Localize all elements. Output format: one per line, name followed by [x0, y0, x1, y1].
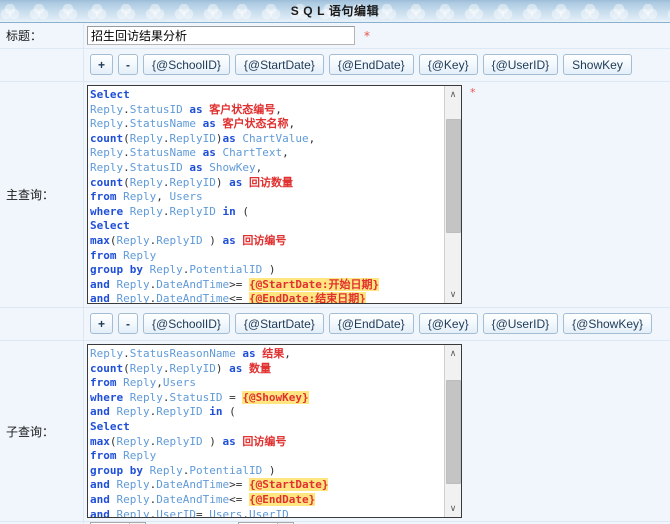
main-query-label: 主查询：: [6, 188, 55, 202]
insert-enddate-button[interactable]: {@EndDate}: [328, 54, 414, 75]
title-row: 标题： *: [0, 23, 670, 49]
main-query-required-asterisk: *: [470, 86, 476, 99]
main-query-row: 主查询： Select Reply.StatusID as 客户状态编号, Repl…: [0, 82, 670, 308]
code-line: from Reply,Users: [90, 376, 196, 390]
title-label: 标题：: [6, 29, 43, 43]
code-line: Reply.StatusName as ChartText,: [90, 146, 289, 160]
sub-toolbar-cell: + - {@SchoolID} {@StartDate} {@EndDate} {@Key…: [84, 308, 670, 340]
code-line: Reply.StatusName as 客户状态名称,: [90, 117, 296, 131]
code-line: and Reply.DateAndTime<= {@EndDate:结束日期}: [90, 292, 444, 303]
code-line: and Reply.DateAndTime>= {@StartDate}: [90, 478, 329, 492]
sub-toolbar-row: + - {@SchoolID} {@StartDate} {@EndDate} {@Key…: [0, 308, 670, 341]
insert-schoolid-button[interactable]: {@SchoolID}: [143, 313, 230, 334]
add-parameter-button[interactable]: +: [90, 313, 114, 334]
code-line: count(Reply.ReplyID)as ChartValue,: [90, 131, 316, 145]
main-query-editor[interactable]: Select Reply.StatusID as 客户状态编号, Reply.Sta…: [87, 85, 462, 304]
insert-key-button[interactable]: {@Key}: [418, 313, 478, 334]
insert-startdate-button[interactable]: {@StartDate}: [234, 54, 324, 75]
remove-parameter-button[interactable]: -: [118, 54, 139, 75]
code-line: group by Reply.PotentialID ): [90, 463, 276, 477]
insert-userid-button[interactable]: {@UserID}: [482, 313, 559, 334]
sql-editor-window: S Q L 语句编辑 标题： * +-{@SchoolID}{@StartDat…: [0, 0, 670, 524]
insert-startdate-button[interactable]: {@StartDate}: [234, 313, 324, 334]
main-toolbar-cell: + - {@SchoolID} {@StartDate} {@EndDate} {@Key…: [84, 49, 670, 81]
code-line: from Reply: [90, 248, 157, 262]
main-query-code[interactable]: Select Reply.StatusID as 客户状态编号, Reply.Sta…: [88, 86, 444, 303]
code-line: from Reply: [90, 449, 157, 463]
insert-schoolid-button[interactable]: {@SchoolID}: [143, 54, 230, 75]
code-line: from Reply, Users: [90, 190, 203, 204]
sub-toolbar-label-cell: [0, 308, 84, 340]
code-line: Select: [90, 88, 130, 101]
title-field-cell: *: [84, 23, 670, 48]
insert-enddate-button[interactable]: {@EndDate}: [328, 313, 414, 334]
scroll-up-icon[interactable]: ∧: [445, 86, 461, 103]
code-line: Reply.StatusID as ShowKey,: [90, 160, 263, 174]
title-required-asterisk: *: [364, 28, 370, 43]
main-query-scroll-track[interactable]: [445, 103, 461, 286]
insert-userid-button[interactable]: {@UserID}: [482, 54, 559, 75]
code-line: where Reply.StatusID = {@ShowKey}: [90, 390, 309, 404]
code-line: count(Reply.ReplyID) as 回访数量: [90, 175, 293, 189]
code-line: group by Reply.PotentialID ): [90, 263, 276, 277]
main-query-label-cell: 主查询：: [0, 82, 84, 307]
sub-query-label-cell: 子查询：: [0, 341, 84, 521]
code-line: and Reply.DateAndTime>= {@StartDate:开始日期…: [90, 277, 380, 291]
sub-query-label: 子查询：: [6, 424, 55, 439]
sub-query-scroll-thumb[interactable]: [446, 380, 461, 484]
scroll-down-icon[interactable]: ∨: [445, 500, 461, 517]
code-line: Select: [90, 419, 130, 433]
window-title: S Q L 语句编辑: [290, 4, 380, 18]
code-line: Reply.StatusReasonName as 结果,: [90, 347, 291, 360]
code-line: and Reply.UserID= Users.UserID: [90, 507, 289, 517]
add-parameter-button[interactable]: +: [90, 54, 114, 75]
code-line: Reply.StatusID as 客户状态编号,: [90, 102, 282, 116]
main-query-field-cell: Select Reply.StatusID as 客户状态编号, Reply.Sta…: [84, 82, 670, 307]
insert-showkey-button[interactable]: ShowKey: [563, 54, 632, 75]
main-query-token-toolbar: + - {@SchoolID} {@StartDate} {@EndDate} {@Key…: [87, 52, 632, 78]
code-line: max(Reply.ReplyID ) as 回访编号: [90, 233, 287, 247]
sub-query-editor[interactable]: Reply.StatusReasonName as 结果, count(Reply…: [87, 344, 462, 518]
code-line: and Reply.DateAndTime<= {@EndDate}: [90, 492, 316, 506]
code-line: where Reply.ReplyID in (: [90, 204, 249, 218]
title-input[interactable]: [87, 26, 355, 45]
main-toolbar-label-cell: [0, 49, 84, 81]
remove-parameter-button[interactable]: -: [118, 313, 139, 334]
scroll-up-icon[interactable]: ∧: [445, 345, 461, 362]
scroll-down-icon[interactable]: ∨: [445, 286, 461, 303]
insert-key-button[interactable]: {@Key}: [418, 54, 478, 75]
sub-query-field-cell: Reply.StatusReasonName as 结果, count(Reply…: [84, 341, 670, 521]
title-label-cell: 标题：: [0, 23, 84, 48]
sub-query-token-toolbar: + - {@SchoolID} {@StartDate} {@EndDate} {@Key…: [87, 311, 653, 337]
code-line: and Reply.ReplyID in (: [90, 405, 236, 419]
main-toolbar-row: + - {@SchoolID} {@StartDate} {@EndDate} {@Key…: [0, 49, 670, 82]
window-titlebar: S Q L 语句编辑: [0, 0, 670, 23]
insert-showkey-button[interactable]: {@ShowKey}: [563, 313, 653, 334]
sub-query-code[interactable]: Reply.StatusReasonName as 结果, count(Reply…: [88, 345, 444, 517]
main-query-scrollbar[interactable]: ∧ ∨: [444, 86, 461, 303]
main-query-scroll-thumb[interactable]: [446, 119, 461, 233]
sub-query-scroll-track[interactable]: [445, 362, 461, 500]
sub-query-row: 子查询： Reply.StatusReasonName as 结果, count(…: [0, 341, 670, 522]
code-line: max(Reply.ReplyID ) as 回访编号: [90, 434, 287, 448]
sub-query-scrollbar[interactable]: ∧ ∨: [444, 345, 461, 517]
code-line: Select: [90, 219, 130, 233]
code-line: count(Reply.ReplyID) as 数量: [90, 361, 271, 375]
